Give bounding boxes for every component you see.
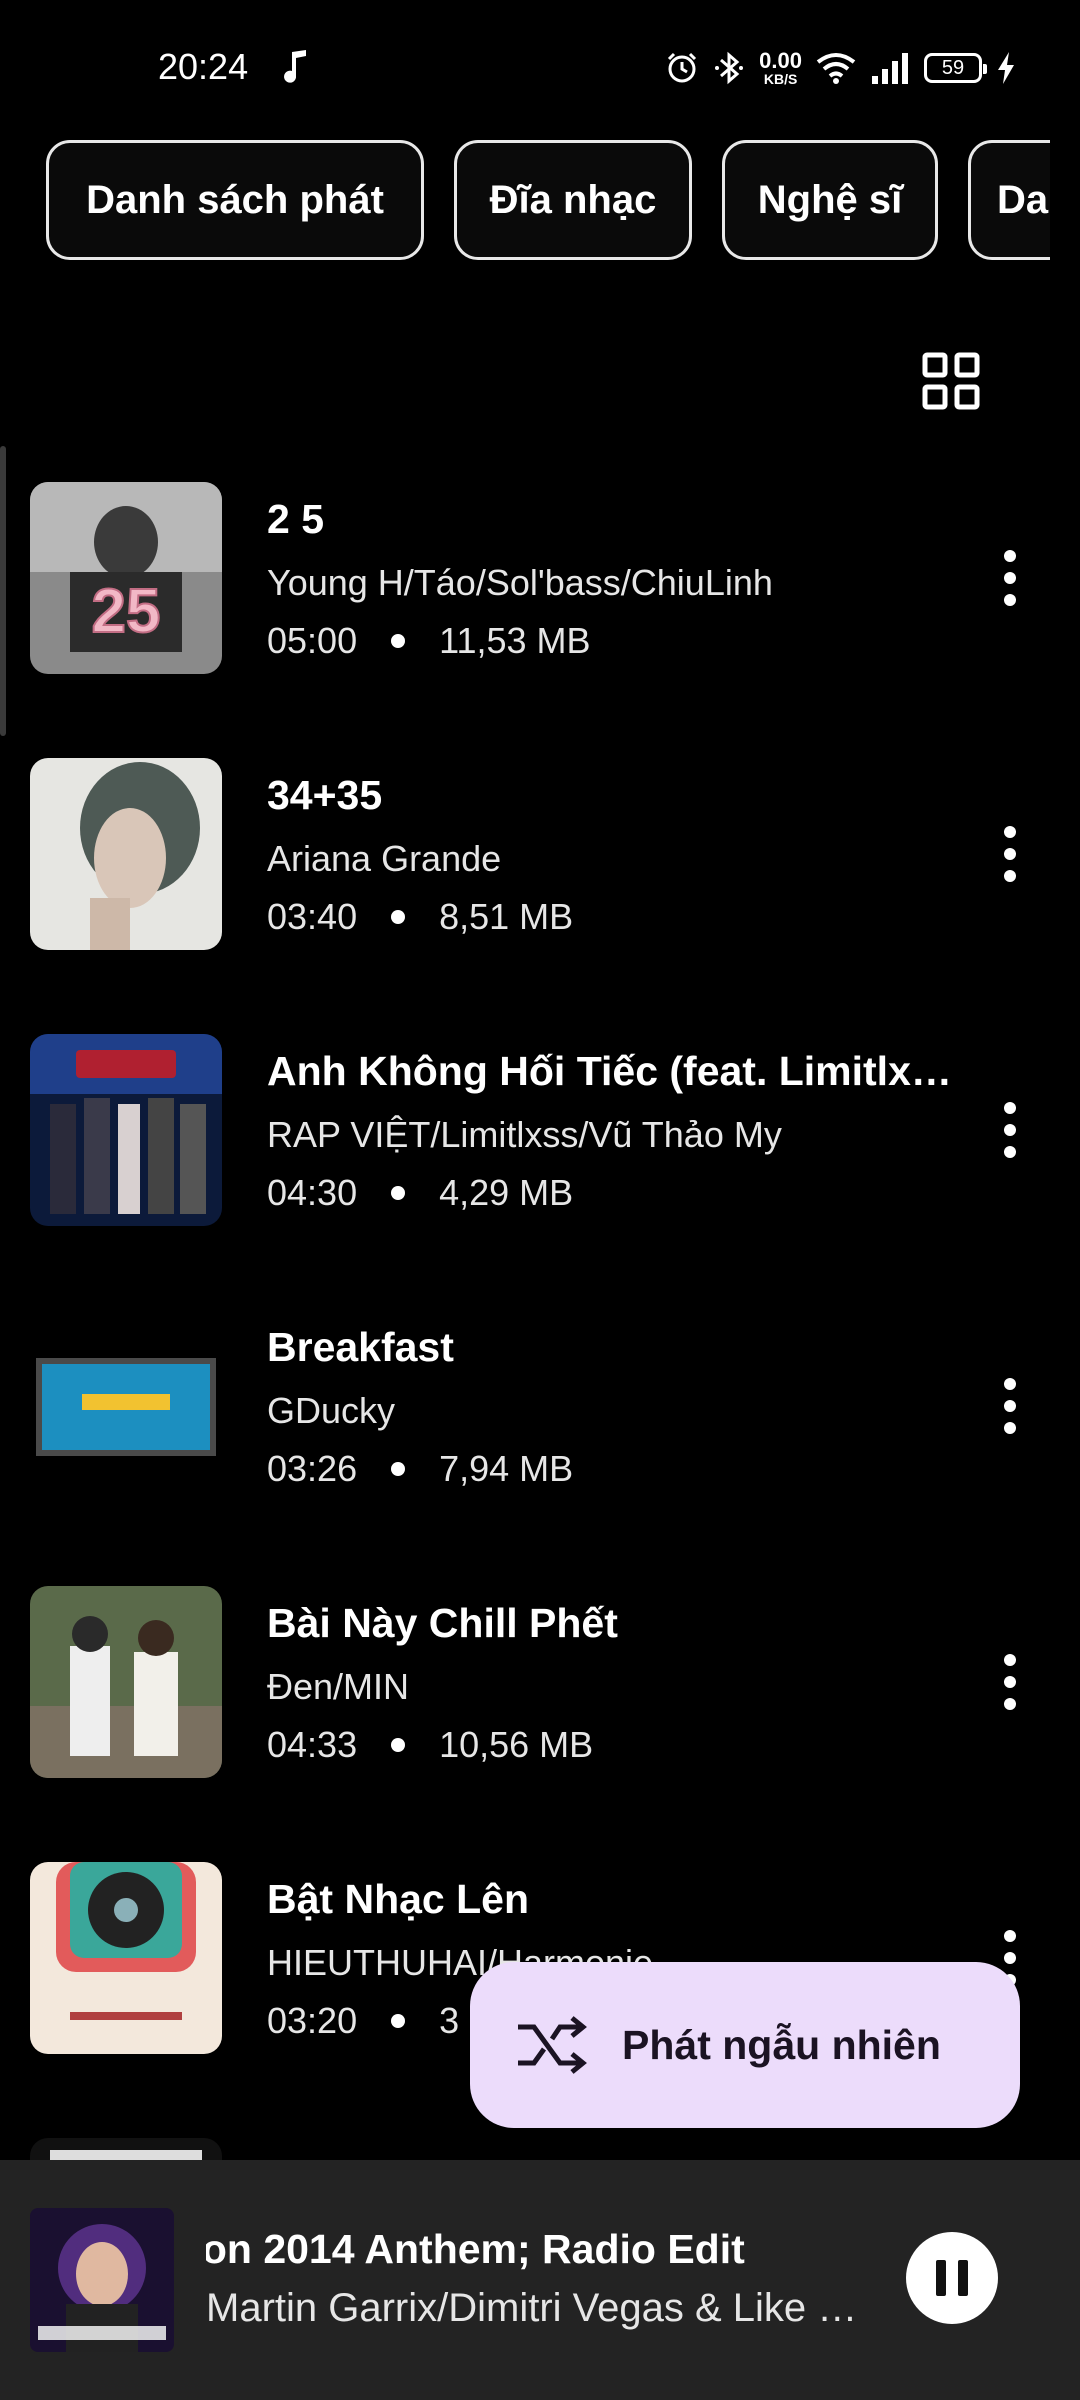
net-speed-value: 0.00 xyxy=(759,48,802,73)
battery-indicator: 59 xyxy=(924,53,987,83)
shuffle-label: Phát ngẫu nhiên xyxy=(622,2021,941,2068)
song-artist: RAP VIỆT/Limitlxss/Vũ Thảo My xyxy=(267,1114,782,1155)
song-size: 7,94 MB xyxy=(439,1448,574,1489)
album-cover xyxy=(30,1586,222,1778)
song-artist: Đen/MIN xyxy=(267,1666,410,1707)
song-artist: Ariana Grande xyxy=(267,838,502,879)
song-duration: 03:40 xyxy=(267,896,358,937)
more-options-icon[interactable] xyxy=(990,822,1030,886)
song-title: Anh Không Hối Tiếc (feat. Limitlxss) xyxy=(267,1048,957,1094)
album-cover xyxy=(30,758,222,950)
song-duration: 04:30 xyxy=(267,1172,358,1213)
song-title: Bật Nhạc Lên xyxy=(267,1876,529,1922)
album-cover xyxy=(30,1310,222,1502)
chip-playlists[interactable]: Danh sách phát xyxy=(46,140,424,260)
more-options-icon[interactable] xyxy=(990,546,1030,610)
net-speed-unit: KB/S xyxy=(763,71,798,87)
song-title: 2 5 xyxy=(267,496,324,542)
song-item[interactable]: 25 2 5 Young H/Táo/Sol'bass/ChiuLinh 05:… xyxy=(0,476,1080,676)
status-bar: 20:24 0.00 KB/S 59 xyxy=(0,0,1080,130)
separator-dot xyxy=(391,2014,406,2028)
song-title: Bài Này Chill Phết xyxy=(267,1600,618,1646)
grid-view-icon[interactable] xyxy=(922,352,980,410)
category-chips: Danh sách phát Đĩa nhạc Nghệ sĩ Da xyxy=(0,140,1050,260)
song-size: 4,29 MB xyxy=(439,1172,574,1213)
song-duration: 04:33 xyxy=(267,1724,358,1765)
chip-artists[interactable]: Nghệ sĩ xyxy=(722,140,938,260)
song-duration: 03:20 xyxy=(267,2000,358,2041)
more-options-icon[interactable] xyxy=(990,1098,1030,1162)
song-size: 3 xyxy=(439,2000,460,2041)
song-title: Breakfast xyxy=(267,1324,454,1370)
song-duration: 03:26 xyxy=(267,1448,358,1489)
song-meta: 03:20 3 xyxy=(267,2000,459,2042)
more-options-icon[interactable] xyxy=(990,1374,1030,1438)
song-meta: 03:40 8,51 MB xyxy=(267,896,573,938)
net-speed: 0.00 KB/S xyxy=(759,48,802,87)
status-icons: 0.00 KB/S 59 xyxy=(665,46,1016,90)
music-note-icon xyxy=(284,50,306,83)
song-meta: 04:30 4,29 MB xyxy=(267,1172,573,1214)
battery-level: 59 xyxy=(941,56,965,79)
separator-dot xyxy=(391,910,406,924)
wifi-icon xyxy=(816,53,856,84)
song-meta: 05:00 11,53 MB xyxy=(267,620,591,662)
song-title: 34+35 xyxy=(267,772,383,818)
more-options-icon[interactable] xyxy=(990,1650,1030,1714)
song-meta: 04:33 10,56 MB xyxy=(267,1724,593,1766)
separator-dot xyxy=(391,1186,406,1200)
song-item[interactable]: Bài Này Chill Phết Đen/MIN 04:33 10,56 M… xyxy=(0,1580,1080,1780)
song-size: 11,53 MB xyxy=(439,620,591,661)
song-duration: 05:00 xyxy=(267,620,358,661)
album-cover xyxy=(30,1034,222,1226)
bluetooth-icon xyxy=(715,51,744,85)
chip-more[interactable]: Da xyxy=(968,140,1050,260)
separator-dot xyxy=(391,1738,406,1752)
signal-icon xyxy=(872,53,908,84)
song-item[interactable]: Breakfast GDucky 03:26 7,94 MB xyxy=(0,1304,1080,1504)
song-size: 8,51 MB xyxy=(439,896,574,937)
now-playing-cover xyxy=(30,2208,174,2352)
song-artist: GDucky xyxy=(267,1390,396,1431)
shuffle-icon xyxy=(518,2016,587,2074)
album-cover xyxy=(30,1862,222,2054)
album-cover: 25 xyxy=(30,482,222,674)
song-item[interactable]: Anh Không Hối Tiếc (feat. Limitlxss) RAP… xyxy=(0,1028,1080,1228)
now-playing-artist: Martin Garrix/Dimitri Vegas & Like Mike xyxy=(206,2286,866,2330)
alarm-icon xyxy=(668,52,697,83)
shuffle-play-button[interactable]: Phát ngẫu nhiên xyxy=(470,1962,1020,2128)
now-playing-title: Sensation 2014 Anthem; Radio Edit xyxy=(206,2226,745,2272)
song-meta: 03:26 7,94 MB xyxy=(267,1448,573,1490)
song-artist: Young H/Táo/Sol'bass/ChiuLinh xyxy=(267,562,773,603)
svg-text:25: 25 xyxy=(92,577,161,646)
song-size: 10,56 MB xyxy=(439,1724,594,1765)
pause-icon[interactable] xyxy=(906,2232,998,2324)
separator-dot xyxy=(391,1462,406,1476)
separator-dot xyxy=(391,634,406,648)
chip-albums[interactable]: Đĩa nhạc xyxy=(454,140,692,260)
status-time: 20:24 xyxy=(158,46,249,87)
charging-icon xyxy=(998,52,1014,84)
song-item[interactable]: 34+35 Ariana Grande 03:40 8,51 MB xyxy=(0,752,1080,952)
